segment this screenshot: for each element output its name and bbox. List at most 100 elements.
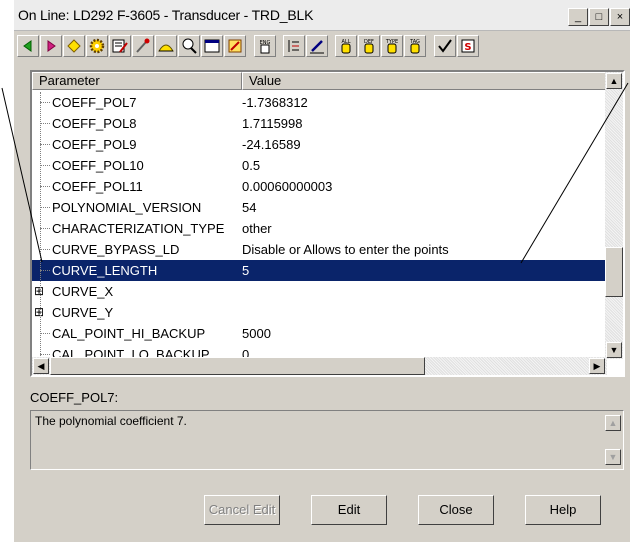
parameter-name: COEFF_POL10 xyxy=(52,158,144,173)
diamond-button[interactable] xyxy=(63,35,85,57)
table-row[interactable]: CAL_POINT_HI_BACKUP 5000 xyxy=(32,323,607,344)
table-row[interactable]: COEFF_POL7 -1.7368312 xyxy=(32,92,607,113)
vertical-scrollbar[interactable]: ▲ ▼ xyxy=(605,72,623,359)
tag-button[interactable]: TAG xyxy=(404,35,426,57)
parameter-name: COEFF_POL9 xyxy=(52,137,137,152)
diamond-icon xyxy=(67,39,81,53)
tree-connector-icon xyxy=(40,249,50,250)
table-row[interactable]: COEFF_POL11 0.00060000003 xyxy=(32,176,607,197)
tree-connector-icon xyxy=(40,102,50,103)
def-button[interactable]: DEF xyxy=(358,35,380,57)
cancel-edit-button[interactable]: Cancel Edit xyxy=(204,495,280,525)
tree-connector-icon xyxy=(40,228,50,229)
checkmark-button[interactable] xyxy=(434,35,456,57)
pen-button[interactable] xyxy=(306,35,328,57)
scroll-down-icon[interactable]: ▼ xyxy=(606,342,622,358)
desc-scroll-down-icon[interactable]: ▼ xyxy=(605,449,621,465)
title-bar[interactable]: On Line: LD292 F-3605 - Transducer - TRD… xyxy=(14,0,630,31)
scroll-thumb[interactable] xyxy=(605,247,623,297)
table-row[interactable]: COEFF_POL8 1.7115998 xyxy=(32,113,607,134)
parameter-value: Disable or Allows to enter the points xyxy=(242,242,449,257)
online-window: On Line: LD292 F-3605 - Transducer - TRD… xyxy=(14,0,630,542)
parameter-name: CAL_POINT_HI_BACKUP xyxy=(52,326,206,341)
description-label: COEFF_POL7: xyxy=(30,390,119,405)
gear-button[interactable] xyxy=(86,35,108,57)
checkmark-icon xyxy=(438,39,452,53)
parameter-value: 5000 xyxy=(242,326,271,341)
minimize-button[interactable]: _ xyxy=(568,8,588,26)
check-wand-icon xyxy=(136,38,150,53)
slope-icon xyxy=(158,44,174,52)
tree-guide-line xyxy=(40,92,41,362)
def-icon: DEF xyxy=(364,39,374,54)
table-row[interactable]: CHARACTERIZATION_TYPE other xyxy=(32,218,607,239)
hscroll-thumb[interactable] xyxy=(50,357,425,375)
gear-icon xyxy=(89,38,105,54)
parameter-name: POLYNOMIAL_VERSION xyxy=(52,200,202,215)
parameter-value: 1.7115998 xyxy=(242,116,303,131)
scroll-up-icon[interactable]: ▲ xyxy=(606,73,622,89)
horizontal-scrollbar[interactable]: ◀ ▶ xyxy=(32,357,607,375)
tree-connector-icon xyxy=(40,333,50,334)
parameter-grid[interactable]: Parameter Value COEFF_POL7 -1.7368312 COEF… xyxy=(30,70,625,377)
all-icon: ALL xyxy=(341,39,351,54)
magnifier-button[interactable] xyxy=(178,35,200,57)
table-row[interactable]: CURVE_BYPASS_LD Disable or Allows to ente… xyxy=(32,239,607,260)
scroll-left-icon[interactable]: ◀ xyxy=(33,358,49,374)
calibrate-button[interactable] xyxy=(224,35,246,57)
parameter-value: -1.7368312 xyxy=(242,95,308,110)
scroll-right-icon[interactable]: ▶ xyxy=(589,358,605,374)
tree-connector-icon xyxy=(40,186,50,187)
window-button[interactable] xyxy=(201,35,223,57)
svg-text:S: S xyxy=(464,42,471,53)
prev-button[interactable] xyxy=(17,35,39,57)
table-row[interactable]: ⊞ CURVE_Y xyxy=(32,302,607,323)
toolbar: ENG ALL DEF TYPE TAG S xyxy=(14,33,630,61)
column-header-value[interactable]: Value xyxy=(242,72,607,90)
eng-button[interactable]: ENG xyxy=(254,35,276,57)
type-button[interactable]: TYPE xyxy=(381,35,403,57)
stop-button[interactable]: S xyxy=(457,35,479,57)
table-row[interactable]: COEFF_POL10 0.5 xyxy=(32,155,607,176)
tree-connector-icon xyxy=(40,165,50,166)
insert-button[interactable] xyxy=(283,35,305,57)
pen-icon xyxy=(310,40,324,54)
parameter-value: other xyxy=(242,221,272,236)
parameter-name: CURVE_X xyxy=(52,284,114,299)
parameter-value: 0.5 xyxy=(242,158,261,173)
tree-connector-icon xyxy=(40,270,50,271)
stop-icon: S xyxy=(461,39,475,53)
next-button[interactable] xyxy=(40,35,62,57)
table-row[interactable]: COEFF_POL9 -24.16589 xyxy=(32,134,607,155)
parameter-value: 0.00060000003 xyxy=(242,179,333,194)
desc-scroll-up-icon[interactable]: ▲ xyxy=(605,415,621,431)
table-row[interactable]: POLYNOMIAL_VERSION 54 xyxy=(32,197,607,218)
type-icon: TYPE xyxy=(385,39,398,54)
close-dialog-button[interactable]: Close xyxy=(418,495,494,525)
tree-connector-icon xyxy=(40,123,50,124)
tag-icon: TAG xyxy=(409,39,420,54)
window-icon xyxy=(204,39,220,53)
table-row[interactable]: CURVE_LENGTH 5 xyxy=(32,260,607,281)
slope-button[interactable] xyxy=(155,35,177,57)
table-row[interactable]: ⊞ CURVE_X xyxy=(32,281,607,302)
parameter-value: 54 xyxy=(242,200,257,215)
edit-button[interactable]: Edit xyxy=(311,495,387,525)
parameter-name: CURVE_Y xyxy=(52,305,114,320)
maximize-button[interactable]: □ xyxy=(589,8,609,26)
calibrate-icon xyxy=(228,39,242,53)
tree-connector-icon xyxy=(40,207,50,208)
edit-block-button[interactable] xyxy=(109,35,131,57)
all-button[interactable]: ALL xyxy=(335,35,357,57)
close-button[interactable]: × xyxy=(610,8,630,26)
description-box: The polynomial coefficient 7. ▲ ▼ xyxy=(30,410,624,470)
description-text: The polynomial coefficient 7. xyxy=(35,414,187,428)
column-header-parameter[interactable]: Parameter xyxy=(32,72,242,90)
help-button[interactable]: Help xyxy=(525,495,601,525)
insert-icon xyxy=(288,40,299,52)
tree-connector-icon xyxy=(40,144,50,145)
parameter-name: COEFF_POL11 xyxy=(52,179,143,194)
parameter-name: COEFF_POL8 xyxy=(52,116,137,131)
check-wand-button[interactable] xyxy=(132,35,154,57)
parameter-name: CURVE_LENGTH xyxy=(52,263,158,278)
